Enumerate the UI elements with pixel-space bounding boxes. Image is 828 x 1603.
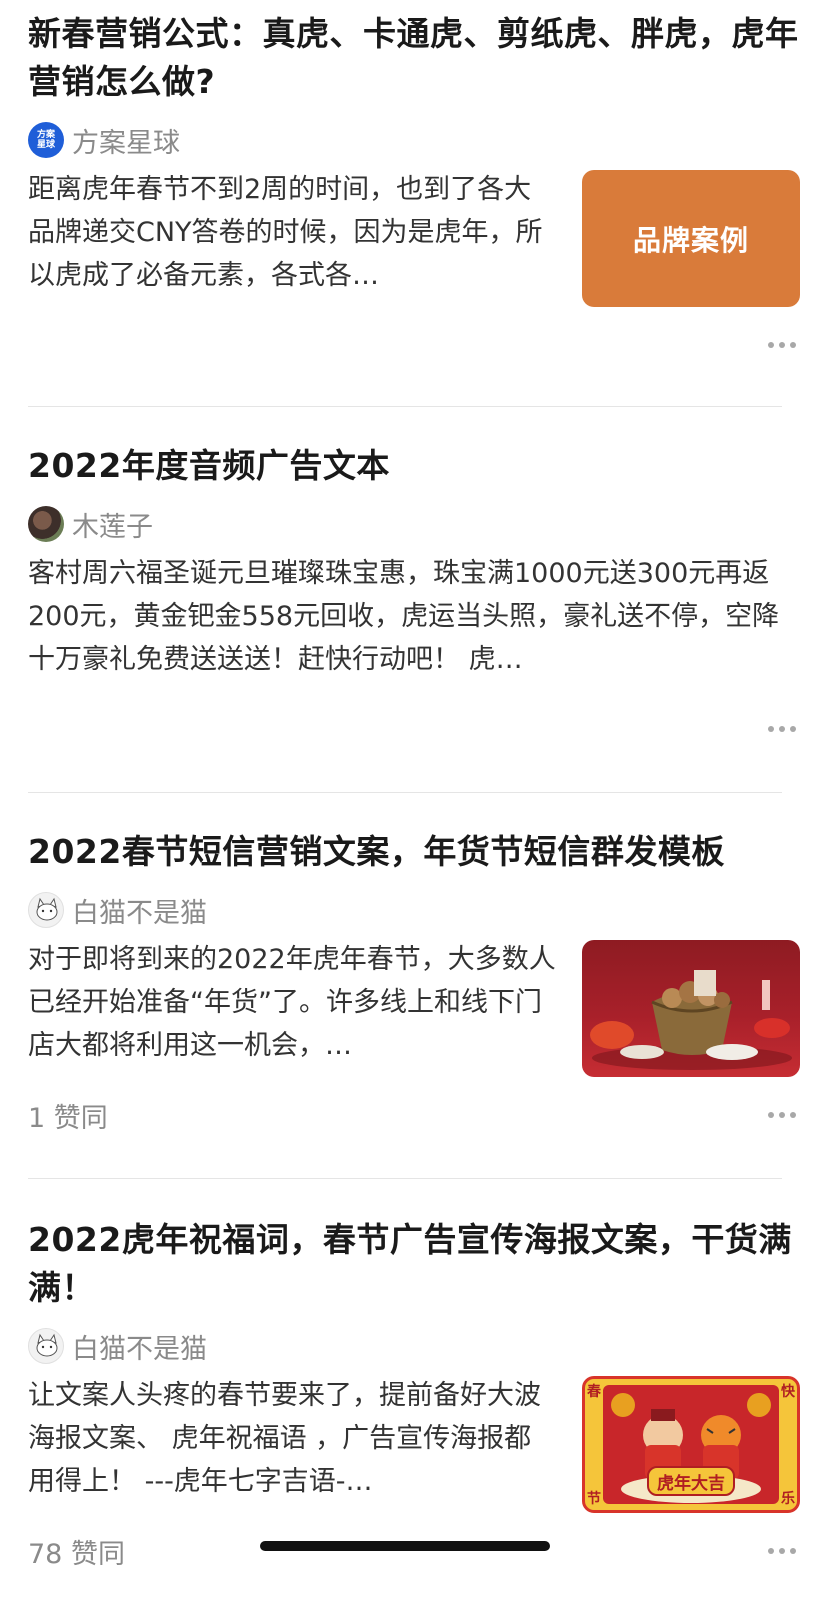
article-card[interactable]: 新春营销公式：真虎、卡通虎、剪纸虎、胖虎，虎年营销怎么做? 方案星球 方案星球 …: [0, 10, 828, 369]
author-name[interactable]: 方案星球: [72, 121, 180, 160]
article-title[interactable]: 新春营销公式：真虎、卡通虎、剪纸虎、胖虎，虎年营销怎么做?: [28, 10, 800, 106]
article-excerpt[interactable]: 客村周六福圣诞元旦璀璨珠宝惠，珠宝满1000元送300元再返200元，黄金钯金5…: [28, 552, 800, 681]
poster-corner-tl: 春: [587, 1384, 601, 1400]
author-name[interactable]: 白猫不是猫: [72, 891, 207, 930]
cat-avatar-icon: [36, 897, 58, 921]
author-name[interactable]: 白猫不是猫: [72, 1327, 207, 1366]
article-excerpt[interactable]: 对于即将到来的2022年虎年春节，大多数人已经开始准备“年货”了。许多线上和线下…: [28, 938, 558, 1067]
vote-count: 78 赞同: [28, 1538, 125, 1570]
article-body: 让文案人头疼的春节要来了，提前备好大波海报文案、 虎年祝福语 ，广告宣传海报都用…: [28, 1374, 800, 1513]
poster-banner: 虎年大吉: [647, 1466, 735, 1496]
divider: [28, 1178, 782, 1179]
article-thumbnail[interactable]: [582, 940, 800, 1077]
avatar-text: 方案星球: [36, 130, 55, 150]
poster-corner-bl: 节: [587, 1491, 601, 1507]
article-footer: 78 赞同: [28, 1527, 800, 1575]
article-footer: 1 赞同: [28, 1091, 800, 1139]
author-row[interactable]: 白猫不是猫: [28, 1326, 800, 1366]
poster-corner-tr: 快: [781, 1384, 795, 1400]
poster-banner-text: 虎年大吉: [657, 1473, 725, 1494]
article-title[interactable]: 2022年度音频广告文本: [28, 442, 800, 490]
divider: [28, 792, 782, 793]
more-options-icon[interactable]: [768, 1548, 800, 1554]
author-name[interactable]: 木莲子: [72, 505, 153, 544]
author-row[interactable]: 方案星球 方案星球: [28, 120, 800, 160]
article-body: 距离虎年春节不到2周的时间，也到了各大品牌递交CNY答卷的时候，因为是虎年，所以…: [28, 168, 800, 307]
article-title[interactable]: 2022虎年祝福词，春节广告宣传海报文案，干货满满！: [28, 1216, 800, 1312]
poster-corner-br: 乐: [781, 1491, 795, 1507]
article-excerpt[interactable]: 让文案人头疼的春节要来了，提前备好大波海报文案、 虎年祝福语 ，广告宣传海报都用…: [28, 1374, 558, 1503]
poster-inner: 虎年大吉: [603, 1385, 779, 1504]
article-card[interactable]: 2022春节短信营销文案，年货节短信群发模板 白猫不是猫 对于即将到来的2022…: [0, 828, 828, 1139]
more-options-icon[interactable]: [768, 1112, 800, 1118]
article-body: 客村周六福圣诞元旦璀璨珠宝惠，珠宝满1000元送300元再返200元，黄金钯金5…: [28, 552, 800, 681]
new-year-goods-image: [590, 970, 792, 1070]
vote-count: 1 赞同: [28, 1102, 108, 1134]
article-title[interactable]: 2022春节短信营销文案，年货节短信群发模板: [28, 828, 800, 876]
article-footer: [28, 705, 800, 753]
cat-avatar-icon: [36, 1333, 58, 1357]
article-thumbnail[interactable]: 虎年大吉 春 快 节 乐: [582, 1376, 800, 1513]
article-card[interactable]: 2022虎年祝福词，春节广告宣传海报文案，干货满满！ 白猫不是猫 让文案人头疼的…: [0, 1216, 828, 1575]
author-row[interactable]: 白猫不是猫: [28, 890, 800, 930]
author-row[interactable]: 木莲子: [28, 504, 800, 544]
home-indicator[interactable]: [260, 1541, 550, 1551]
divider: [28, 406, 782, 407]
avatar[interactable]: 方案星球: [28, 122, 64, 158]
avatar[interactable]: [28, 506, 64, 542]
article-excerpt[interactable]: 距离虎年春节不到2周的时间，也到了各大品牌递交CNY答卷的时候，因为是虎年，所以…: [28, 168, 558, 297]
more-options-icon[interactable]: [768, 726, 800, 732]
avatar[interactable]: [28, 1328, 64, 1364]
article-thumbnail[interactable]: 品牌案例: [582, 170, 800, 307]
article-card[interactable]: 2022年度音频广告文本 木莲子 客村周六福圣诞元旦璀璨珠宝惠，珠宝满1000元…: [0, 442, 828, 753]
more-options-icon[interactable]: [768, 342, 800, 348]
article-body: 对于即将到来的2022年虎年春节，大多数人已经开始准备“年货”了。许多线上和线下…: [28, 938, 800, 1077]
avatar[interactable]: [28, 892, 64, 928]
thumbnail-label: 品牌案例: [632, 223, 749, 257]
article-footer: [28, 321, 800, 369]
